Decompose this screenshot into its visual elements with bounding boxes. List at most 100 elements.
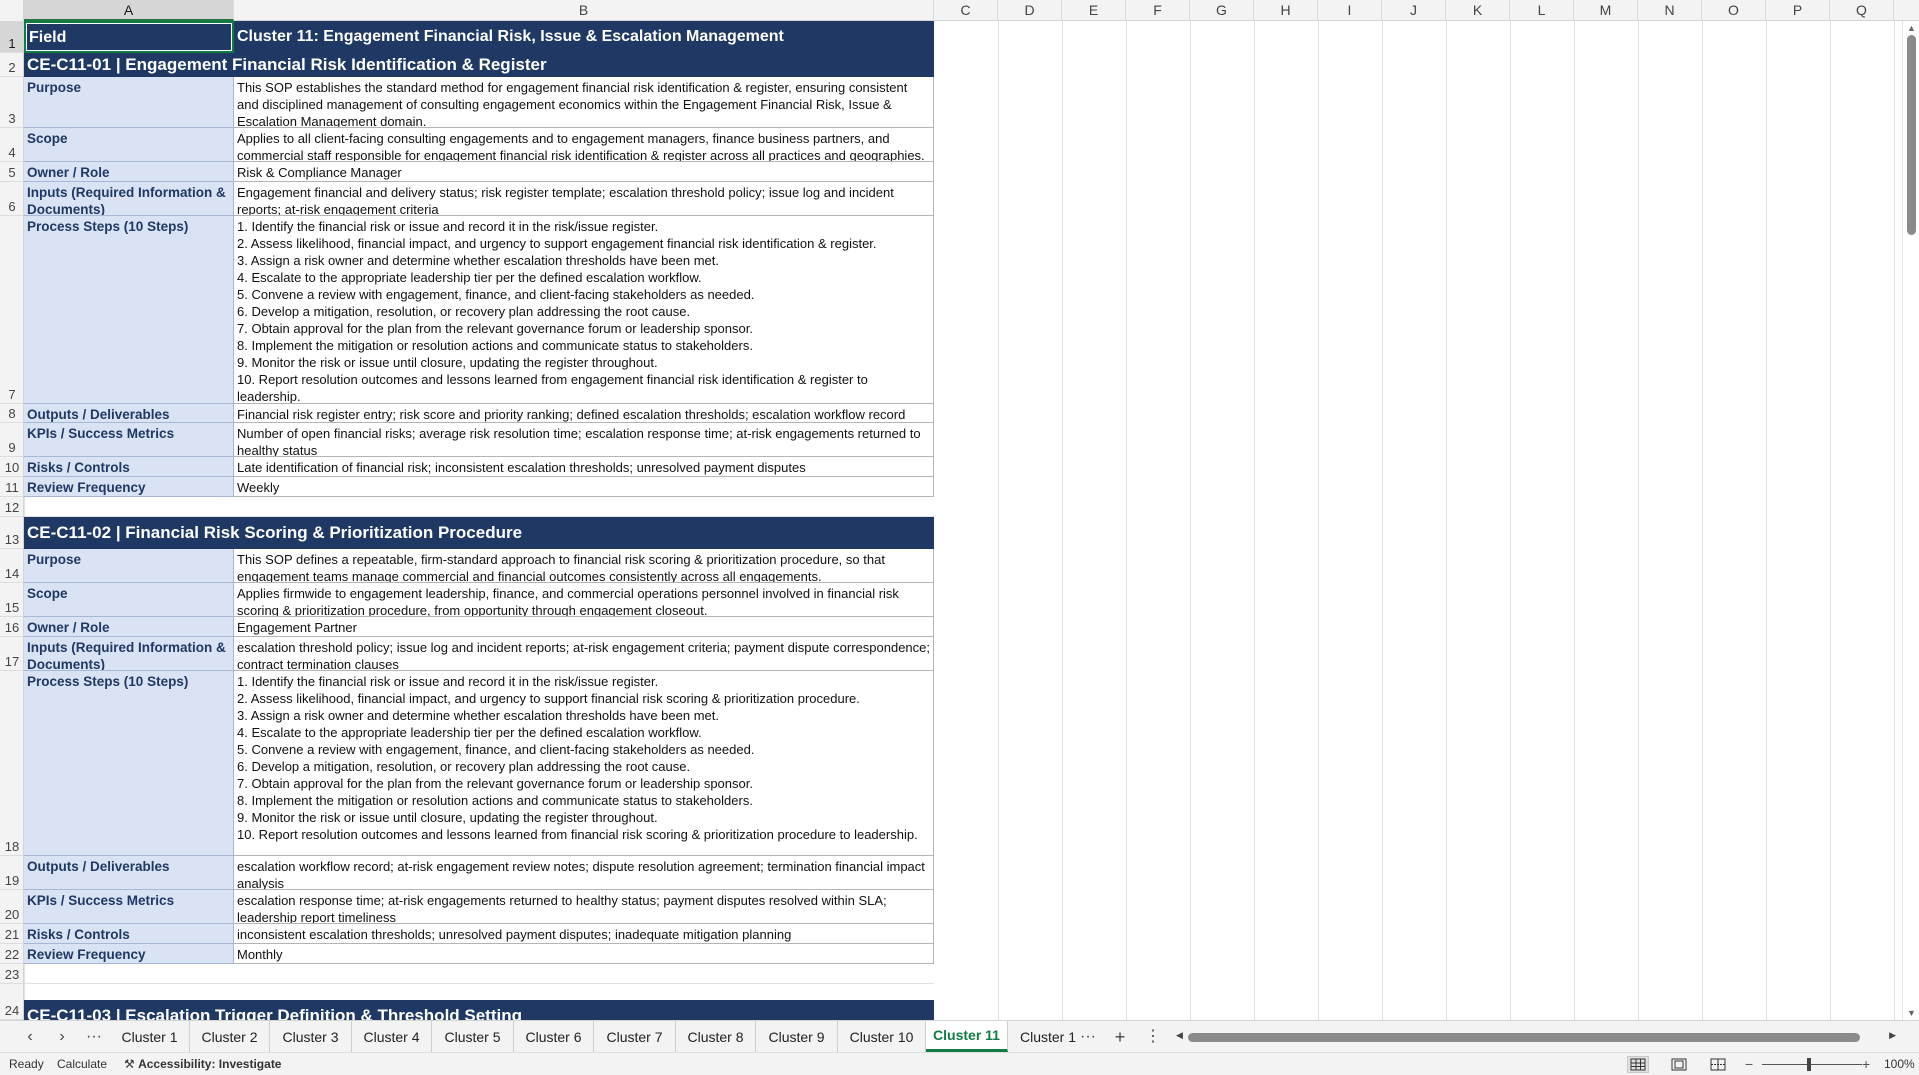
tab-cluster-1[interactable]: Cluster 1 — [110, 1021, 190, 1052]
row-header-20[interactable]: 20 — [0, 890, 23, 924]
field-label[interactable]: Risks / Controls — [24, 457, 234, 477]
field-value[interactable]: 1. Identify the financial risk or issue … — [234, 671, 934, 856]
zoom-in-icon[interactable]: + — [1862, 1053, 1870, 1075]
row-header-8[interactable]: 8 — [0, 404, 23, 423]
scroll-right-icon[interactable]: ▶ — [1889, 1030, 1896, 1041]
row-header-21[interactable]: 21 — [0, 924, 23, 944]
tab-cluster-3[interactable]: Cluster 3 — [270, 1021, 352, 1052]
column-header-o[interactable]: O — [1702, 0, 1766, 21]
field-label[interactable]: Process Steps (10 Steps) — [24, 671, 234, 856]
field-value[interactable]: Risk & Compliance Manager — [234, 162, 934, 182]
horizontal-scrollbar[interactable]: ◀ ▶ — [1176, 1030, 1896, 1044]
field-value[interactable]: Late identification of financial risk; i… — [234, 457, 934, 477]
sop2-header[interactable]: CE-C11-02 | Financial Risk Scoring & Pri… — [24, 517, 934, 549]
column-header-n[interactable]: N — [1638, 0, 1702, 21]
field-value[interactable]: escalation workflow record; at-risk enga… — [234, 856, 934, 890]
chevron-right-icon[interactable]: › — [50, 1026, 74, 1048]
row-header-11[interactable]: 11 — [0, 477, 23, 497]
column-header-g[interactable]: G — [1190, 0, 1254, 21]
field-value[interactable]: Engagement financial and delivery status… — [234, 182, 934, 216]
column-header-h[interactable]: H — [1254, 0, 1318, 21]
field-label[interactable]: Purpose — [24, 549, 234, 583]
column-header-e[interactable]: E — [1062, 0, 1126, 21]
column-header-c[interactable]: C — [934, 0, 998, 21]
field-label[interactable]: KPIs / Success Metrics — [24, 890, 234, 924]
row-header-14[interactable]: 14 — [0, 549, 23, 583]
zoom-out-icon[interactable]: − — [1745, 1053, 1753, 1075]
row-header-10[interactable]: 10 — [0, 457, 23, 477]
scroll-down-icon[interactable]: ▼ — [1907, 1008, 1916, 1018]
column-header-k[interactable]: K — [1446, 0, 1510, 21]
add-sheet-icon[interactable]: + — [1108, 1026, 1132, 1048]
column-header-q[interactable]: Q — [1830, 0, 1894, 21]
row-header-24[interactable]: 24 — [0, 984, 23, 1020]
column-header-a[interactable]: A — [24, 0, 234, 21]
field-label[interactable]: Process Steps (10 Steps) — [24, 216, 234, 404]
field-value[interactable]: 1. Identify the financial risk or issue … — [234, 216, 934, 404]
cell-a1[interactable]: Field — [24, 21, 234, 53]
field-label[interactable]: Owner / Role — [24, 162, 234, 182]
field-value[interactable]: Applies firmwide to engagement leadershi… — [234, 583, 934, 617]
field-value[interactable]: Weekly — [234, 477, 934, 497]
field-label[interactable]: Owner / Role — [24, 617, 234, 637]
row-header-7[interactable]: 7 — [0, 216, 23, 404]
tab-cluster-7[interactable]: Cluster 7 — [594, 1021, 676, 1052]
zoom-slider-handle[interactable] — [1807, 1058, 1811, 1071]
page-layout-view-icon[interactable] — [1668, 1056, 1690, 1073]
row-header-12[interactable]: 12 — [0, 497, 23, 517]
field-label[interactable]: Inputs (Required Information & Documents… — [24, 637, 234, 671]
field-value[interactable]: escalation response time; at-risk engage… — [234, 890, 934, 924]
row-header-17[interactable]: 17 — [0, 637, 23, 671]
cell-b1[interactable]: Cluster 11: Engagement Financial Risk, I… — [234, 21, 934, 53]
field-value[interactable]: Monthly — [234, 944, 934, 964]
field-label[interactable]: Outputs / Deliverables — [24, 404, 234, 423]
field-value[interactable]: Engagement Partner — [234, 617, 934, 637]
tab-cluster-8[interactable]: Cluster 8 — [676, 1021, 756, 1052]
zoom-level[interactable]: 100% — [1884, 1053, 1915, 1075]
field-value[interactable]: Financial risk register entry; risk scor… — [234, 404, 934, 423]
field-label[interactable]: Scope — [24, 128, 234, 162]
sop1-header[interactable]: CE-C11-01 | Engagement Financial Risk Id… — [24, 53, 934, 77]
field-value[interactable]: Number of open financial risks; average … — [234, 423, 934, 457]
column-header-i[interactable]: I — [1318, 0, 1382, 21]
field-value[interactable]: escalation threshold policy; issue log a… — [234, 637, 934, 671]
row-header-13[interactable]: 13 — [0, 517, 23, 549]
row-header-3[interactable]: 3 — [0, 77, 23, 128]
row-header-2[interactable]: 2 — [0, 53, 23, 77]
row-header-9[interactable]: 9 — [0, 423, 23, 457]
field-value[interactable]: Applies to all client-facing consulting … — [234, 128, 934, 162]
row-header-5[interactable]: 5 — [0, 162, 23, 182]
row-header-4[interactable]: 4 — [0, 128, 23, 162]
calculate-button[interactable]: Calculate — [57, 1053, 107, 1075]
tab-cluster-11[interactable]: Cluster 11 — [926, 1021, 1008, 1052]
tab-cluster-2[interactable]: Cluster 2 — [190, 1021, 270, 1052]
field-label[interactable]: Risks / Controls — [24, 924, 234, 944]
page-break-view-icon[interactable] — [1707, 1056, 1729, 1073]
field-label[interactable]: Review Frequency — [24, 477, 234, 497]
vertical-scroll-thumb[interactable] — [1907, 35, 1916, 235]
tab-cluster-9[interactable]: Cluster 9 — [756, 1021, 838, 1052]
row-header-18[interactable]: 18 — [0, 671, 23, 856]
column-header-d[interactable]: D — [998, 0, 1062, 21]
field-label[interactable]: Scope — [24, 583, 234, 617]
field-label[interactable]: Purpose — [24, 77, 234, 128]
row-header-15[interactable]: 15 — [0, 583, 23, 617]
tab-cluster-5[interactable]: Cluster 5 — [432, 1021, 514, 1052]
zoom-slider[interactable] — [1762, 1064, 1862, 1065]
row-header-6[interactable]: 6 — [0, 182, 23, 216]
row-header-22[interactable]: 22 — [0, 944, 23, 964]
field-value[interactable]: This SOP defines a repeatable, firm-stan… — [234, 549, 934, 583]
field-label[interactable]: Inputs (Required Information & Documents… — [24, 182, 234, 216]
column-header-f[interactable]: F — [1126, 0, 1190, 21]
vertical-scrollbar[interactable]: ▲ ▼ — [1902, 21, 1919, 1020]
column-header-b[interactable]: B — [234, 0, 934, 21]
field-label[interactable]: KPIs / Success Metrics — [24, 423, 234, 457]
row-header-1[interactable]: 1 — [0, 21, 23, 53]
column-header-j[interactable]: J — [1382, 0, 1446, 21]
scroll-up-icon[interactable]: ▲ — [1907, 23, 1916, 33]
row-header-16[interactable]: 16 — [0, 617, 23, 637]
column-header-l[interactable]: L — [1510, 0, 1574, 21]
accessibility-button[interactable]: ⚒ Accessibility: Investigate — [124, 1053, 281, 1075]
column-header-p[interactable]: P — [1766, 0, 1830, 21]
row-header-19[interactable]: 19 — [0, 856, 23, 890]
